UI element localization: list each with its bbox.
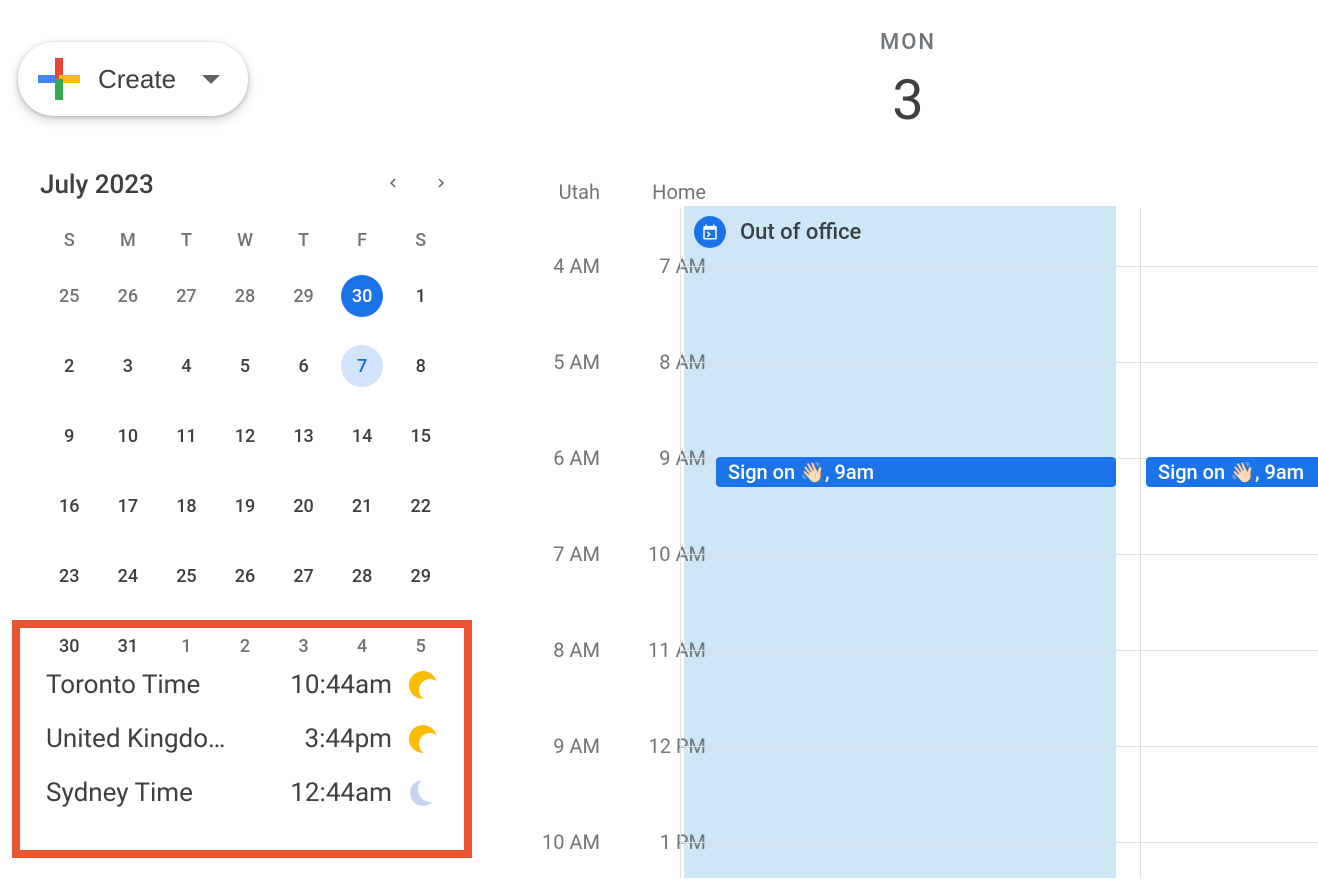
mini-calendar-day[interactable]: 23 — [40, 541, 99, 611]
mini-calendar-day[interactable]: 19 — [216, 471, 275, 541]
mini-calendar-day[interactable]: 24 — [99, 541, 158, 611]
clock-name: Toronto Time — [46, 670, 200, 700]
day-of-week-header: S — [391, 220, 450, 261]
mini-calendar-title: July 2023 — [40, 170, 154, 200]
clock-time: 3:44pm — [304, 724, 392, 754]
time-label: 8 AM — [606, 304, 706, 400]
time-label: 1 PM — [606, 784, 706, 880]
mini-calendar-day[interactable]: 10 — [99, 401, 158, 471]
mini-calendar-day[interactable]: 8 — [391, 331, 450, 401]
timezone-headers: Utah Home — [500, 180, 706, 204]
event-sign-on-2[interactable]: Sign on 👋🏻, 9am — [1146, 457, 1318, 487]
mini-calendar-day[interactable]: 16 — [40, 471, 99, 541]
next-month-button[interactable] — [432, 174, 450, 196]
mini-calendar-day[interactable]: 22 — [391, 471, 450, 541]
mini-calendar-day[interactable]: 26 — [216, 541, 275, 611]
day-of-week-header: S — [40, 220, 99, 261]
day-of-week-header: T — [274, 220, 333, 261]
mini-calendar-day[interactable]: 4 — [157, 331, 216, 401]
mini-calendar-day[interactable]: 28 — [216, 261, 275, 331]
mini-calendar-day[interactable]: 21 — [333, 471, 392, 541]
event-title: Sign on 👋🏻, 9am — [728, 460, 874, 484]
day-of-week-header: M — [99, 220, 158, 261]
day-of-week-header: F — [333, 220, 392, 261]
time-column-tz1: 4 AM5 AM6 AM7 AM8 AM9 AM10 AM — [500, 208, 600, 880]
mini-calendar-day[interactable]: 14 — [333, 401, 392, 471]
mini-calendar-day[interactable]: 1 — [391, 261, 450, 331]
mini-calendar-day[interactable]: 6 — [274, 331, 333, 401]
mini-calendar-day[interactable]: 5 — [216, 331, 275, 401]
day-of-week-header: T — [157, 220, 216, 261]
day-of-week-header: W — [216, 220, 275, 261]
mini-calendar-day[interactable]: 30 — [333, 261, 392, 331]
clock-time: 12:44am — [290, 778, 392, 808]
create-button[interactable]: Create — [18, 42, 248, 116]
mini-calendar-day[interactable]: 25 — [157, 541, 216, 611]
mini-calendar-day[interactable]: 3 — [99, 331, 158, 401]
world-clocks: Toronto Time 10:44am United Kingdo… 3:44pm S… — [12, 620, 472, 858]
time-label: 7 AM — [500, 496, 600, 592]
grid-lines — [710, 266, 1318, 878]
prev-month-button[interactable] — [384, 174, 402, 196]
world-clock-row[interactable]: United Kingdo… 3:44pm — [46, 712, 438, 766]
mini-calendar-day[interactable]: 15 — [391, 401, 450, 471]
time-label: 11 AM — [606, 592, 706, 688]
mini-calendar-day[interactable]: 29 — [274, 261, 333, 331]
tz-header-utah: Utah — [500, 180, 600, 204]
dropdown-icon — [202, 75, 220, 84]
mini-calendar-day[interactable]: 29 — [391, 541, 450, 611]
day-of-week: MON — [880, 30, 936, 55]
time-label: 6 AM — [500, 400, 600, 496]
time-label: 5 AM — [500, 304, 600, 400]
time-column-tz2: 7 AM8 AM9 AM10 AM11 AM12 PM1 PM — [606, 208, 706, 880]
clock-name: United Kingdo… — [46, 724, 225, 754]
mini-calendar-day[interactable]: 12 — [216, 401, 275, 471]
mini-calendar-day[interactable]: 7 — [333, 331, 392, 401]
clock-time: 10:44am — [290, 670, 392, 700]
time-label: 10 AM — [500, 784, 600, 880]
plus-icon — [38, 58, 80, 100]
mini-calendar-day[interactable]: 25 — [40, 261, 99, 331]
time-label: 12 PM — [606, 688, 706, 784]
day-header: MON 3 — [880, 30, 936, 133]
time-label: 8 AM — [500, 592, 600, 688]
event-title: Sign on 👋🏻, 9am — [1158, 460, 1304, 484]
world-clock-row[interactable]: Toronto Time 10:44am — [46, 658, 438, 712]
mini-calendar-day[interactable]: 27 — [274, 541, 333, 611]
time-label: 4 AM — [500, 208, 600, 304]
mini-calendar: July 2023 SMTWTFS25262728293012345678910… — [40, 170, 450, 681]
time-label: 7 AM — [606, 208, 706, 304]
time-label: 9 AM — [500, 688, 600, 784]
mini-calendar-day[interactable]: 17 — [99, 471, 158, 541]
mini-calendar-day[interactable]: 18 — [157, 471, 216, 541]
world-clock-row[interactable]: Sydney Time 12:44am — [46, 766, 438, 820]
mini-calendar-day[interactable]: 13 — [274, 401, 333, 471]
sun-icon — [408, 724, 438, 754]
moon-icon — [408, 778, 438, 808]
day-number: 3 — [880, 67, 936, 133]
mini-calendar-day[interactable]: 11 — [157, 401, 216, 471]
time-label: 9 AM — [606, 400, 706, 496]
tz-header-home: Home — [606, 180, 706, 204]
mini-calendar-grid: SMTWTFS252627282930123456789101112131415… — [40, 220, 450, 681]
mini-calendar-day[interactable]: 2 — [40, 331, 99, 401]
event-sign-on-1[interactable]: Sign on 👋🏻, 9am — [716, 457, 1116, 487]
mini-calendar-day[interactable]: 28 — [333, 541, 392, 611]
mini-calendar-day[interactable]: 26 — [99, 261, 158, 331]
mini-calendar-day[interactable]: 27 — [157, 261, 216, 331]
time-label: 10 AM — [606, 496, 706, 592]
mini-calendar-day[interactable]: 9 — [40, 401, 99, 471]
sun-icon — [408, 670, 438, 700]
clock-name: Sydney Time — [46, 778, 193, 808]
create-label: Create — [98, 64, 176, 95]
calendar-grid: 4 AM5 AM6 AM7 AM8 AM9 AM10 AM 7 AM8 AM9 … — [500, 208, 1318, 878]
mini-calendar-day[interactable]: 20 — [274, 471, 333, 541]
